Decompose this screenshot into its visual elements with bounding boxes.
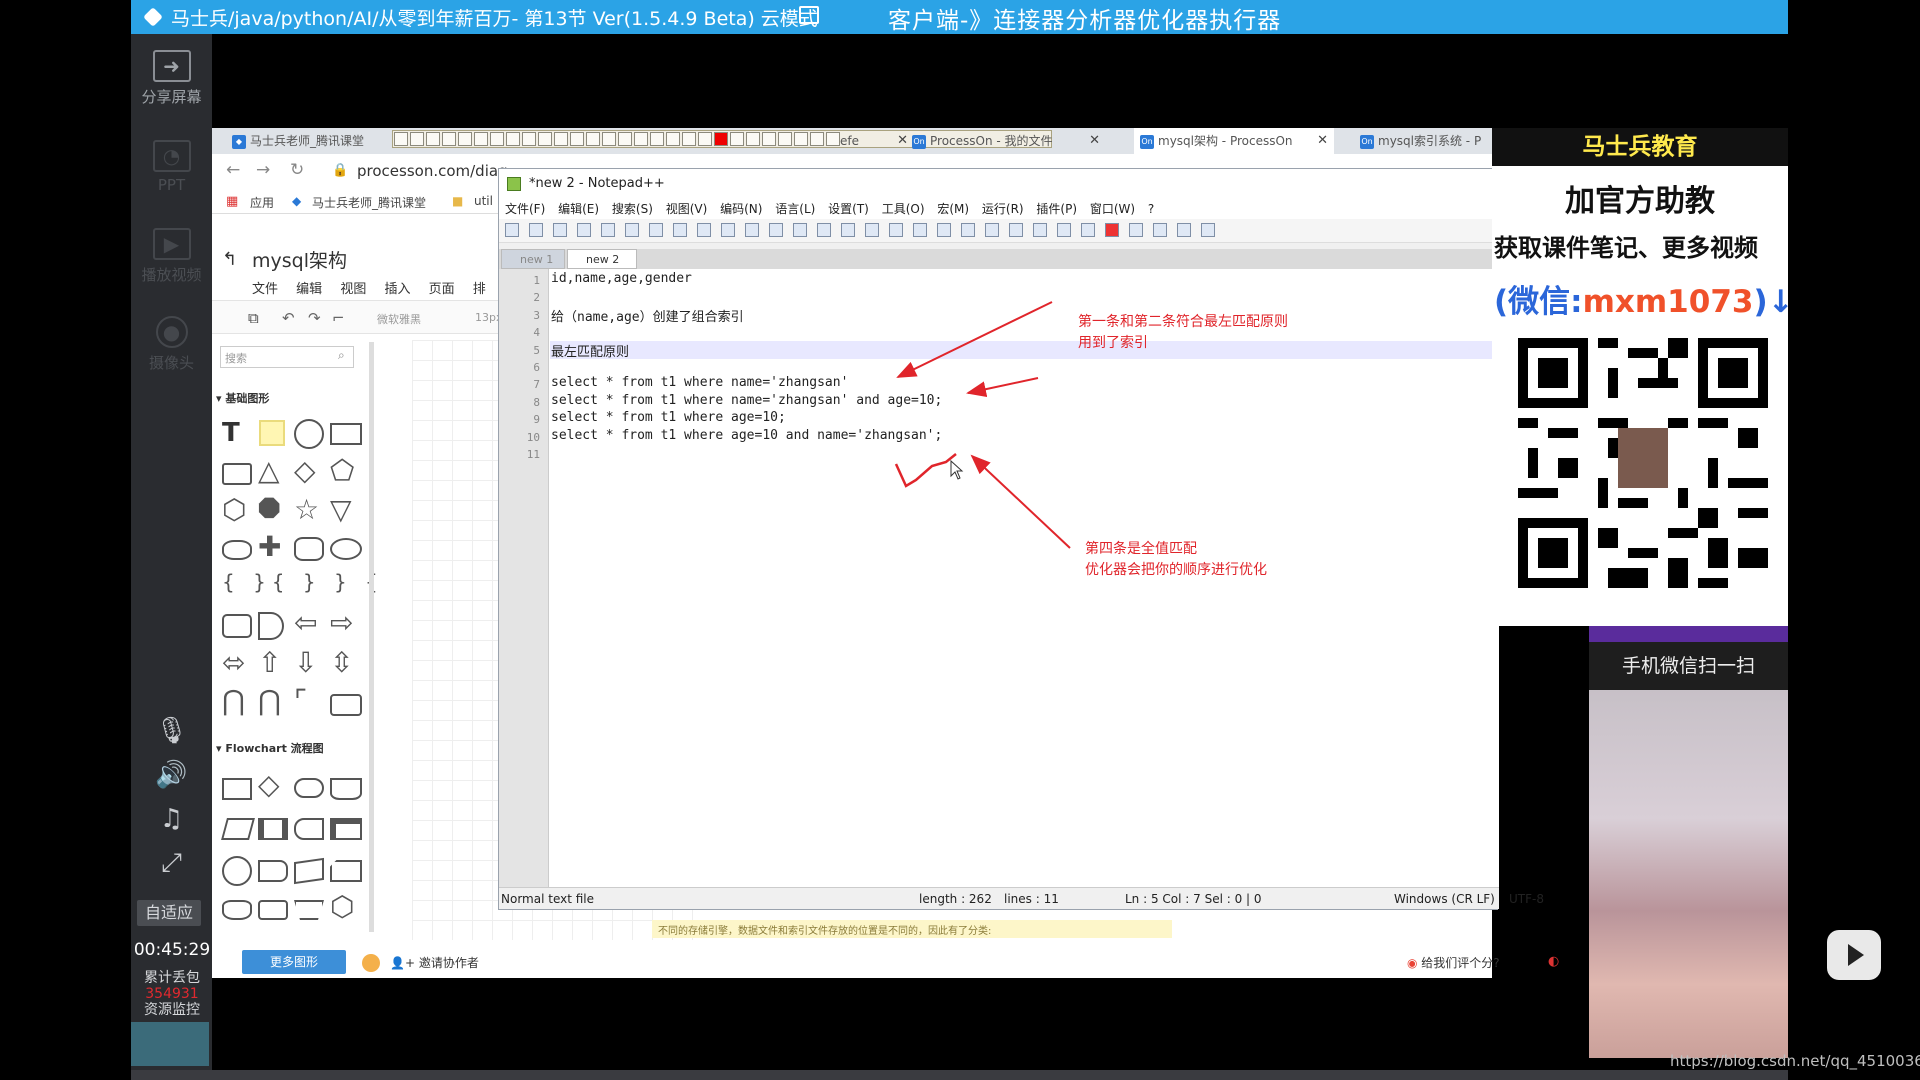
watermark-url: https://blog.csdn.net/qq_45100361 <box>1670 1052 1920 1070</box>
screen: 马士兵/java/python/AI/从零到年薪百万- 第13节 Ver(1.5… <box>0 0 1920 1080</box>
play-icon[interactable] <box>1827 930 1881 980</box>
promo-divider <box>1589 626 1788 642</box>
promo-line-3: (微信:mxm1073)↓ <box>1494 276 1794 321</box>
wechat-id: mxm1073 <box>1582 284 1754 320</box>
wechat-suffix: )↓ <box>1753 284 1794 320</box>
annotation-note-2-line-1: 第四条是全值匹配 <box>1085 541 1197 557</box>
annotation-note-1: 第一条和第二条符合最左匹配原则 用到了索引 <box>1078 312 1288 354</box>
annotation-note-1-line-2: 用到了索引 <box>1078 335 1148 351</box>
promo-line-2: 获取课件笔记、更多视频 <box>1494 234 1758 262</box>
qr-avatar <box>1618 428 1668 488</box>
arrow-to-line-10 <box>970 454 1071 549</box>
annotation-note-1-line-1: 第一条和第二条符合最左匹配原则 <box>1078 314 1288 330</box>
scan-hint: 手机微信扫一扫 <box>1589 642 1788 690</box>
arrow-to-line-7 <box>896 301 1053 378</box>
annotation-note-2-line-2: 优化器会把你的顺序进行优化 <box>1085 562 1267 578</box>
wechat-qr-code <box>1518 330 1768 596</box>
taskbar-strip <box>131 1070 1788 1080</box>
promo-line-1: 加官方助教 <box>1565 184 1715 219</box>
wechat-prefix: (微信: <box>1494 284 1583 320</box>
arrow-to-line-8 <box>966 377 1039 398</box>
promo-brand: 马士兵教育 <box>1492 128 1788 166</box>
webcam-video <box>1589 690 1788 1058</box>
promo-panel: 马士兵教育 加官方助教 获取课件笔记、更多视频 (微信:mxm1073)↓ <box>1492 128 1794 626</box>
checkmark-scribble <box>894 453 957 488</box>
annotation-note-2: 第四条是全值匹配 优化器会把你的顺序进行优化 <box>1085 539 1267 581</box>
mouse-cursor-icon <box>950 460 964 480</box>
